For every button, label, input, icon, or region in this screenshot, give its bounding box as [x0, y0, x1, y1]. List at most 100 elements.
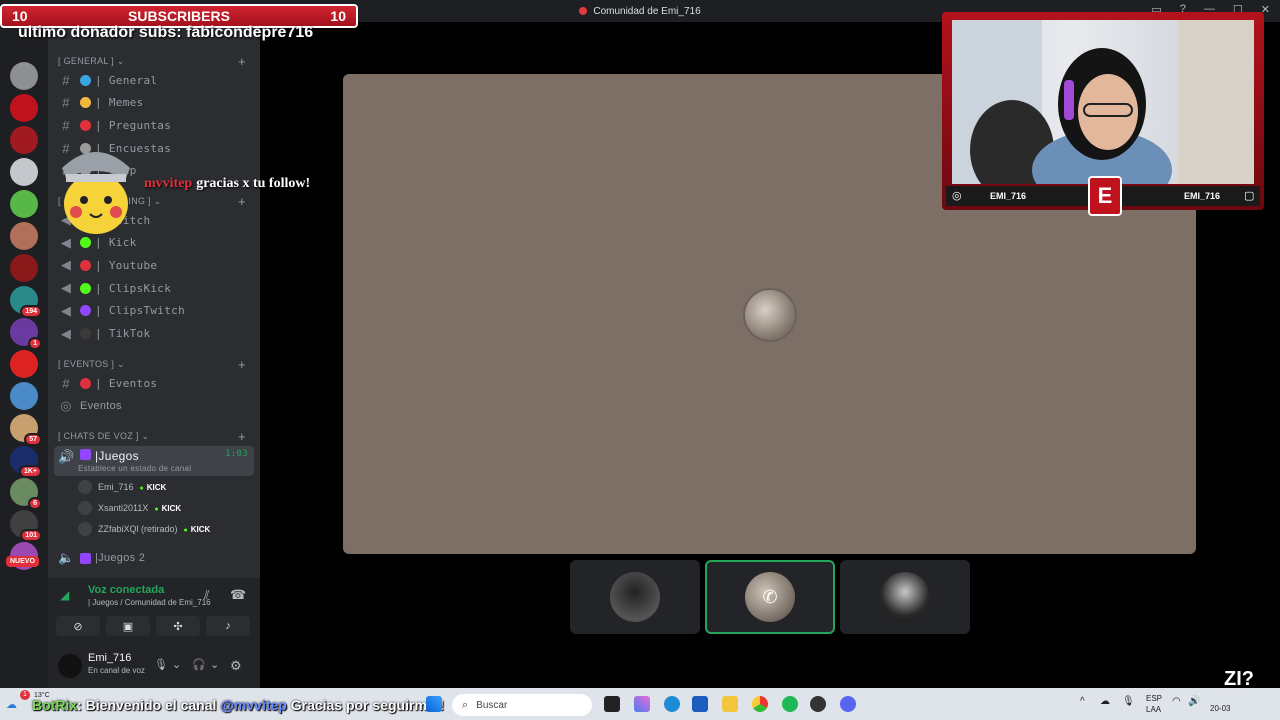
noise-suppression-icon[interactable]: ⫽	[204, 588, 209, 603]
chrome-icon[interactable]	[752, 696, 768, 712]
follow-user: mvvitep	[144, 176, 193, 191]
voice-channel-juegos[interactable]: 🔊 |Juegos 1:03 Establece un estado de ca…	[54, 446, 254, 476]
voice-user[interactable]: ZZfabiXQl (retirado) KICK	[78, 522, 210, 536]
channel-item[interactable]: ◀ | ClipsTwitch	[58, 301, 185, 321]
window-title: Comunidad de Emi_716	[593, 5, 701, 17]
add-channel-icon[interactable]: +	[238, 194, 246, 209]
edge-icon[interactable]	[664, 696, 680, 712]
server-icon[interactable]: 101	[10, 510, 42, 542]
server-icon[interactable]	[10, 382, 38, 410]
wifi-icon[interactable]: ◠	[1172, 696, 1181, 707]
task-view-icon[interactable]	[604, 696, 620, 712]
copilot-icon[interactable]	[634, 696, 650, 712]
participant-tile-selected[interactable]: ✆	[705, 560, 835, 634]
channel-label: | TikTok	[95, 327, 151, 340]
participant-tile[interactable]	[570, 560, 700, 634]
voice-channel-juegos-2[interactable]: 🔈 |Juegos 2	[58, 548, 145, 568]
server-icon[interactable]	[10, 126, 38, 154]
channel-label: | Youtube	[95, 258, 158, 272]
instagram-icon: ◎	[952, 190, 962, 202]
chevron-up-icon[interactable]: ^	[1080, 696, 1085, 707]
pikachu-sticker-icon	[62, 152, 130, 234]
unread-badge: 101	[20, 529, 42, 542]
microphone-icon[interactable]: 🎙	[1122, 696, 1135, 707]
cam-name-right: EMI_716	[1184, 191, 1221, 201]
channel-item[interactable]: ◀ | TikTok	[58, 324, 150, 344]
events-link[interactable]: ◎ Eventos	[58, 396, 122, 416]
obs-icon[interactable]	[810, 696, 826, 712]
megaphone-icon: ◀	[60, 280, 72, 296]
gear-icon[interactable]: ⚙	[230, 658, 242, 674]
server-icon[interactable]: 6	[10, 478, 42, 510]
clock-date[interactable]: 20-03	[1210, 704, 1230, 713]
channel-emoji-icon	[80, 97, 91, 109]
taskbar-search[interactable]: ⌕ Buscar	[452, 694, 592, 716]
add-channel-icon[interactable]: +	[238, 54, 246, 69]
megaphone-icon: ◀	[60, 302, 72, 318]
add-channel-icon[interactable]: +	[238, 429, 246, 444]
channel-item[interactable]: # | Memes	[58, 93, 143, 113]
file-explorer-icon[interactable]	[722, 696, 738, 712]
server-icon[interactable]: 1K+	[10, 446, 42, 478]
activities-button[interactable]: ✣	[156, 616, 200, 636]
notification-badge: 1	[20, 690, 30, 700]
server-icon[interactable]: 57	[10, 414, 42, 446]
store-icon[interactable]	[692, 696, 708, 712]
channel-item[interactable]: # | General	[58, 70, 157, 90]
channel-item[interactable]: ◀ | ClipsKick	[58, 278, 171, 298]
user-name[interactable]: Emi_716	[88, 652, 131, 664]
server-icon[interactable]	[10, 62, 38, 90]
channel-item[interactable]: # | Eventos	[58, 373, 157, 393]
channel-label: | Preguntas	[95, 118, 172, 132]
hash-icon: #	[62, 72, 70, 88]
microphone-icon[interactable]: 🎙	[154, 658, 168, 671]
avatar[interactable]	[58, 654, 82, 678]
hash-icon: #	[62, 95, 70, 111]
volume-icon[interactable]: 🔊	[1188, 696, 1200, 707]
channel-item[interactable]: ◀ | Youtube	[58, 255, 157, 275]
unread-badge: 6	[28, 497, 42, 510]
server-icon[interactable]	[10, 158, 38, 186]
ticker-pre: : Bienvenido el canal	[77, 697, 221, 713]
language-indicator[interactable]: ESP	[1146, 694, 1162, 703]
unread-badge: 57	[24, 433, 42, 446]
chevron-down-icon[interactable]: ⌄	[210, 658, 219, 671]
category-general[interactable]: [ GENERAL ] ⌄ +	[58, 54, 246, 69]
server-icon[interactable]: 1	[10, 318, 42, 350]
participant-tile[interactable]	[840, 560, 970, 634]
onedrive-icon[interactable]: ☁	[1100, 696, 1110, 707]
server-icon[interactable]	[10, 222, 38, 250]
avatar	[78, 501, 92, 515]
category-label: [ CHATS DE VOZ ] ⌄	[58, 431, 150, 441]
channel-status-hint[interactable]: Establece un estado de canal	[78, 464, 191, 473]
disconnect-icon[interactable]: ☎	[230, 587, 246, 603]
kick-badge: KICK	[154, 504, 182, 513]
voice-user[interactable]: Xsanti2011X KICK	[78, 501, 181, 515]
channel-item[interactable]: # | Preguntas	[58, 115, 171, 135]
voice-user-name: ZZfabiXQl (retirado)	[98, 524, 178, 534]
weather-icon[interactable]: ☁	[6, 698, 17, 711]
server-icon[interactable]: 194	[10, 286, 42, 318]
headphones-icon[interactable]: 🎧	[192, 658, 206, 671]
discord-icon[interactable]	[840, 696, 856, 712]
windows-start-icon[interactable]	[426, 696, 442, 712]
chevron-down-icon[interactable]: ⌄	[172, 658, 181, 671]
server-icon[interactable]	[10, 190, 38, 218]
webcam-video	[952, 20, 1254, 184]
category-eventos[interactable]: [ EVENTOS ] ⌄ +	[58, 357, 246, 372]
category-label: [ GENERAL ] ⌄	[58, 56, 125, 66]
soundboard-button[interactable]: ♪	[206, 616, 250, 636]
screen-share-button[interactable]: ▣	[106, 616, 150, 636]
avatar	[880, 572, 930, 622]
voice-location[interactable]: | Juegos / Comunidad de Emi_716	[88, 598, 211, 607]
channel-label: | Kick	[95, 236, 137, 250]
video-off-button[interactable]: ⊘	[56, 616, 100, 636]
voice-user[interactable]: Emi_716 KICK	[78, 480, 166, 494]
server-icon[interactable]	[10, 350, 38, 378]
spotify-icon[interactable]	[782, 696, 798, 712]
corner-overlay-badge: ZI?	[1224, 668, 1254, 690]
server-icon[interactable]	[10, 94, 38, 122]
server-icon[interactable]	[10, 254, 38, 282]
add-channel-icon[interactable]: +	[238, 357, 246, 372]
category-voz[interactable]: [ CHATS DE VOZ ] ⌄ +	[58, 429, 246, 444]
